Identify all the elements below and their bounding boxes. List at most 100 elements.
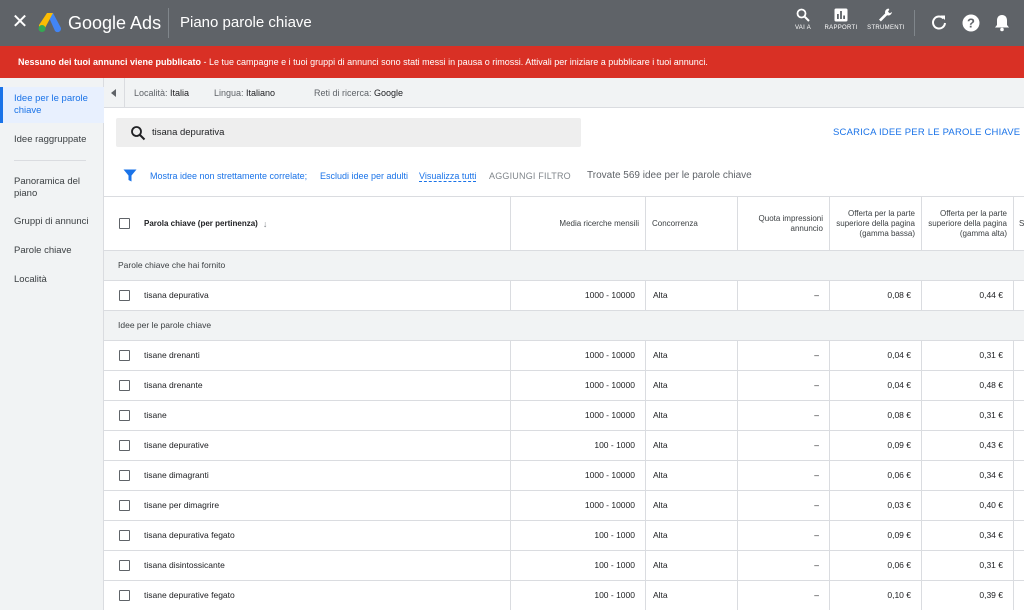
sidebar-item-keyword-ideas[interactable]: Idee per le parole chiave	[0, 87, 104, 123]
high-cell: 0,31 €	[922, 341, 1014, 370]
competition-cell: Alta	[646, 521, 738, 550]
divider	[124, 78, 125, 108]
row-checkbox[interactable]	[119, 290, 130, 301]
divider	[168, 8, 169, 38]
download-keyword-ideas-button[interactable]: SCARICA IDEE PER LE PAROLE CHIAVE	[833, 127, 1020, 138]
competition-cell: Alta	[646, 461, 738, 490]
row-checkbox[interactable]	[119, 530, 130, 541]
high-cell: 0,40 €	[922, 491, 1014, 520]
row-checkbox[interactable]	[119, 590, 130, 601]
share-cell: –	[738, 281, 830, 310]
low-cell: 0,08 €	[830, 401, 922, 430]
group-label: Parole chiave che hai fornito	[118, 260, 226, 270]
keyword-text[interactable]: tisana depurativa	[144, 281, 209, 310]
row-checkbox[interactable]	[119, 410, 130, 421]
keyword-text[interactable]: tisane per dimagrire	[144, 491, 219, 520]
table-row[interactable]: tisana drenante 1000 - 10000 Alta –0,04 €0,…	[104, 371, 1024, 401]
low-cell: 0,10 €	[830, 581, 922, 610]
share-cell: –	[738, 341, 830, 370]
add-filter-button[interactable]: AGGIUNGI FILTRO	[489, 171, 571, 181]
network-selector[interactable]: Reti di ricerca: Google	[314, 88, 403, 99]
low-cell: 0,04 €	[830, 341, 922, 370]
column-header-truncated[interactable]: S	[1014, 197, 1024, 251]
competition-cell: Alta	[646, 401, 738, 430]
alert-banner: Nessuno dei tuoi annunci viene pubblicat…	[0, 46, 1024, 78]
table-row[interactable]: tisana depurativa fegato 100 - 1000 Alta –0…	[104, 521, 1024, 551]
keyword-text[interactable]: tisane depurative fegato	[144, 581, 235, 610]
table-row[interactable]: tisana disintossicante 100 - 1000 Alta –0,0…	[104, 551, 1024, 581]
reports-label: RAPPORTI	[824, 25, 858, 31]
sidebar-item-grouped-ideas[interactable]: Idee raggruppate	[0, 134, 104, 146]
sidebar-item-plan-overview[interactable]: Panoramica del piano	[0, 176, 104, 200]
close-icon[interactable]: ✕	[10, 12, 30, 32]
help-icon[interactable]: ?	[961, 13, 981, 33]
sidebar-item-ad-groups[interactable]: Gruppi di annunci	[0, 216, 104, 228]
select-all-checkbox[interactable]	[119, 218, 130, 229]
competition-cell: Alta	[646, 371, 738, 400]
reports-button[interactable]: RAPPORTI	[821, 8, 861, 40]
location-selector[interactable]: Località: Italia	[134, 88, 189, 99]
filter-bar: Mostra idee non strettamente correlate; …	[104, 162, 1024, 192]
notifications-icon[interactable]	[992, 13, 1012, 33]
keyword-text[interactable]: tisane	[144, 401, 167, 430]
sidebar-item-locations[interactable]: Località	[0, 274, 104, 286]
keyword-text[interactable]: tisana depurativa fegato	[144, 521, 235, 550]
keyword-text[interactable]: tisane drenanti	[144, 341, 200, 370]
competition-cell: Alta	[646, 581, 738, 610]
keyword-cell: tisana depurativa fegato	[104, 521, 511, 550]
row-checkbox[interactable]	[119, 350, 130, 361]
keyword-text[interactable]: tisana disintossicante	[144, 551, 225, 580]
table-row[interactable]: tisane per dimagrire 1000 - 10000 Alta –0,0…	[104, 491, 1024, 521]
high-cell: 0,39 €	[922, 581, 1014, 610]
view-all-filters-link[interactable]: Visualizza tutti	[419, 171, 477, 182]
row-checkbox[interactable]	[119, 440, 130, 451]
filter-icon[interactable]	[123, 169, 137, 182]
high-cell: 0,44 €	[922, 281, 1014, 310]
competition-cell: Alta	[646, 491, 738, 520]
row-checkbox[interactable]	[119, 380, 130, 391]
column-header-bid-high[interactable]: Offerta per la parte superiore della pag…	[922, 197, 1014, 251]
language-value: Italiano	[246, 88, 276, 98]
keyword-cell: tisane depurative	[104, 431, 511, 460]
keyword-text[interactable]: tisana drenante	[144, 371, 203, 400]
row-checkbox[interactable]	[119, 560, 130, 571]
share-cell: –	[738, 551, 830, 580]
keyword-cell: tisana drenante	[104, 371, 511, 400]
sidebar-item-label: Gruppi di annunci	[14, 216, 89, 227]
filter-exclude-adult-ideas[interactable]: Escludi idee per adulti	[320, 171, 408, 181]
keyword-text[interactable]: tisane dimagranti	[144, 461, 209, 490]
keyword-text[interactable]: tisane depurative	[144, 431, 209, 460]
filter-show-broader-ideas[interactable]: Mostra idee non strettamente correlate;	[150, 171, 307, 181]
collapse-sidebar-icon[interactable]	[109, 87, 119, 99]
tools-button[interactable]: STRUMENTI	[866, 8, 906, 40]
column-header-label: Quota impressioni annuncio	[758, 214, 823, 233]
targeting-bar: Località: Italia Lingua: Italiano Reti d…	[104, 78, 1024, 108]
sidebar-item-keywords[interactable]: Parole chiave	[0, 245, 104, 257]
table-row[interactable]: tisane dimagranti 1000 - 10000 Alta –0,06 €…	[104, 461, 1024, 491]
network-value: Google	[374, 88, 404, 98]
competition-cell: Alta	[646, 341, 738, 370]
table-group-row: Idee per le parole chiave	[104, 311, 1024, 341]
column-header-impression-share[interactable]: Quota impressioni annuncio	[738, 197, 830, 251]
competition-cell: Alta	[646, 281, 738, 310]
low-cell: 0,09 €	[830, 521, 922, 550]
language-selector[interactable]: Lingua: Italiano	[214, 88, 275, 99]
table-row[interactable]: tisana depurativa 1000 - 10000 Alta –0,08 €…	[104, 281, 1024, 311]
table-row[interactable]: tisane depurative 100 - 1000 Alta –0,09 €0,…	[104, 431, 1024, 461]
column-header-competition[interactable]: Concorrenza	[646, 197, 738, 251]
column-header-bid-low[interactable]: Offerta per la parte superiore della pag…	[830, 197, 922, 251]
row-checkbox[interactable]	[119, 470, 130, 481]
table-row[interactable]: tisane 1000 - 10000 Alta –0,08 €0,31 €	[104, 401, 1024, 431]
sort-arrow-down-icon[interactable]: ↓	[263, 219, 268, 229]
go-to-button[interactable]: VAI A	[783, 8, 823, 40]
column-header-keyword[interactable]: Parola chiave (per pertinenza) ↓	[104, 197, 511, 251]
divider	[914, 10, 915, 36]
refresh-icon[interactable]	[929, 13, 949, 33]
search-input[interactable]	[152, 124, 552, 141]
low-cell: 0,06 €	[830, 551, 922, 580]
row-checkbox[interactable]	[119, 500, 130, 511]
share-cell: –	[738, 491, 830, 520]
table-row[interactable]: tisane depurative fegato 100 - 1000 Alta –0…	[104, 581, 1024, 610]
column-header-monthly-searches[interactable]: Media ricerche mensili	[511, 197, 646, 251]
table-row[interactable]: tisane drenanti 1000 - 10000 Alta –0,04 €0,…	[104, 341, 1024, 371]
